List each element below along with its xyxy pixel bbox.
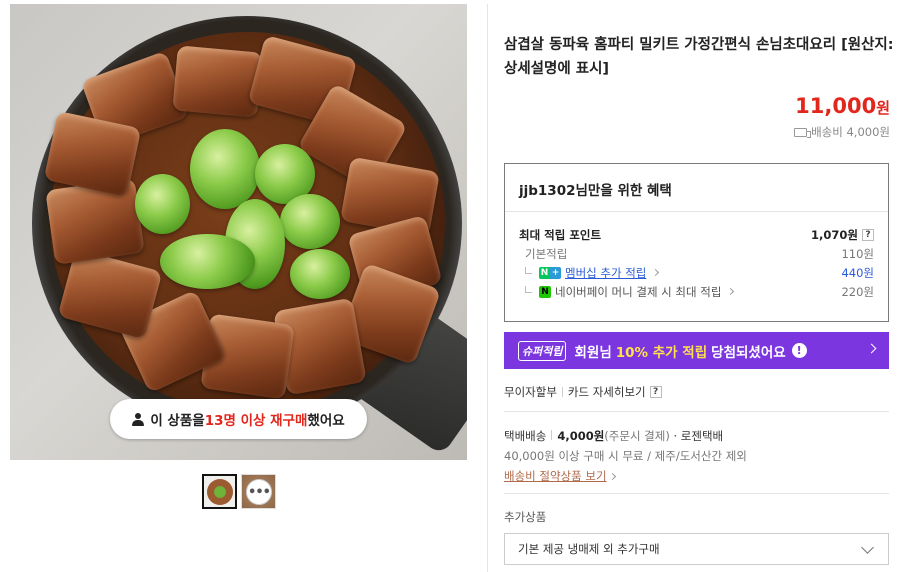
delivery-type: 택배배송 (504, 429, 547, 443)
addon-selected-value: 기본 제공 냉매제 외 추가구매 (518, 542, 660, 556)
thumbnail-food[interactable] (202, 474, 237, 509)
naver-plus-membership-icon: N + (539, 266, 561, 279)
food-thumbnail-image (207, 479, 233, 505)
column-divider (487, 4, 488, 572)
pork-piece (45, 178, 145, 265)
product-title: 삼겹살 동파육 홈파티 밀키트 가정간편식 손님초대요리 [원산지:상세설명에 … (504, 37, 894, 77)
repurchase-highlight: 13명 이상 재구매 (204, 413, 308, 429)
chat-bubble-icon: ••• (246, 479, 272, 505)
chevron-right-icon (866, 343, 877, 354)
truck-icon (794, 127, 812, 138)
repurchase-suffix: 했어요 (307, 413, 345, 429)
price-unit: 원 (876, 99, 890, 117)
chevron-right-icon (608, 472, 616, 481)
installment-label: 무이자할부 (504, 385, 557, 399)
exclamation-icon: ! (791, 343, 807, 358)
pork-piece (172, 45, 263, 118)
shipping-fee: 배송비 4,000원 (794, 124, 890, 140)
membership-points-value: 440원 (841, 265, 874, 280)
installment-row: 무이자할부 카드 자세히보기 ? (504, 384, 662, 400)
delivery-fee-note: (주문시 결제) (604, 429, 670, 443)
super-points-banner[interactable]: 슈퍼적립 회원님 10% 추가 적립 당첨되셨어요 ! (504, 332, 889, 369)
bok-choy (160, 234, 255, 289)
basic-points-value: 110원 (841, 246, 874, 261)
npay-points-link[interactable]: 네이버페이 머니 결제 시 최대 적립 (555, 284, 721, 300)
divider (504, 493, 889, 494)
repurchase-badge: 이 상품을 13명 이상 재구매 했어요 (110, 399, 367, 439)
basic-points-label: 기본적립 (525, 246, 568, 261)
delivery-fee: 4,000원 (557, 429, 605, 443)
price-value: 11,000 (795, 94, 877, 118)
super-points-badge: 슈퍼적립 (518, 340, 567, 361)
super-banner-prefix: 회원님 (574, 344, 612, 361)
membership-points-row: N + 멤버십 추가 적립 440원 (519, 263, 874, 282)
basic-points-row: 기본적립 110원 (519, 244, 874, 263)
npay-points-row: N 네이버페이 머니 결제 시 최대 적립 220원 (519, 282, 874, 301)
tree-line-icon (525, 286, 532, 293)
super-banner-suffix: 당첨되셨어요 (711, 344, 786, 361)
bok-choy-cluster (135, 129, 360, 299)
bok-choy (190, 129, 260, 209)
benefit-header: jjb1302님만을 위한 혜택 (505, 164, 888, 212)
help-icon[interactable]: ? (649, 386, 662, 398)
benefit-box: jjb1302님만을 위한 혜택 최대 적립 포인트 1,070원 ? 기본적립… (504, 163, 889, 322)
price: 11,000원 (795, 94, 890, 118)
product-main-image[interactable]: 이 상품을 13명 이상 재구매 했어요 (10, 4, 467, 460)
divider (561, 387, 563, 397)
help-icon[interactable]: ? (862, 228, 874, 241)
delivery-line: 택배배송 4,000원(주문시 결제) · 로젠택배 (504, 426, 747, 446)
thumbnail-chat[interactable]: ••• (241, 474, 276, 509)
bok-choy (135, 174, 190, 234)
person-icon (132, 412, 145, 426)
divider (504, 411, 889, 412)
max-points-value: 1,070원 (811, 227, 858, 242)
divider (551, 430, 553, 440)
addon-select[interactable]: 기본 제공 냉매제 외 추가구매 (504, 533, 889, 565)
max-points-label: 최대 적립 포인트 (519, 227, 602, 242)
bok-choy (280, 194, 340, 249)
repurchase-prefix: 이 상품을 (150, 413, 205, 429)
addon-label: 추가상품 (504, 510, 547, 524)
card-details-link[interactable]: 카드 자세히보기 (568, 384, 646, 400)
naver-pay-icon: N (539, 285, 551, 298)
npay-points-value: 220원 (841, 284, 874, 299)
chevron-right-icon (727, 287, 735, 295)
delivery-info: 택배배송 4,000원(주문시 결제) · 로젠택배 40,000원 이상 구매 … (504, 426, 747, 486)
chevron-down-icon (861, 541, 874, 554)
thumbnail-list: ••• (202, 474, 276, 509)
super-banner-highlight: 10% 추가 적립 (615, 344, 708, 361)
shipping-fee-text: 배송비 4,000원 (811, 125, 890, 139)
bok-choy (290, 249, 350, 299)
max-points-row: 최대 적립 포인트 1,070원 ? (519, 225, 874, 244)
delivery-condition: 40,000원 이상 구매 시 무료 / 제주/도서산간 제외 (504, 449, 747, 463)
membership-points-link[interactable]: 멤버십 추가 적립 (565, 265, 646, 281)
tree-line-icon (525, 267, 532, 274)
chevron-right-icon (652, 268, 660, 276)
delivery-carrier: · 로젠택배 (673, 429, 724, 443)
shipping-saving-link[interactable]: 배송비 절약상품 보기 (504, 469, 607, 483)
